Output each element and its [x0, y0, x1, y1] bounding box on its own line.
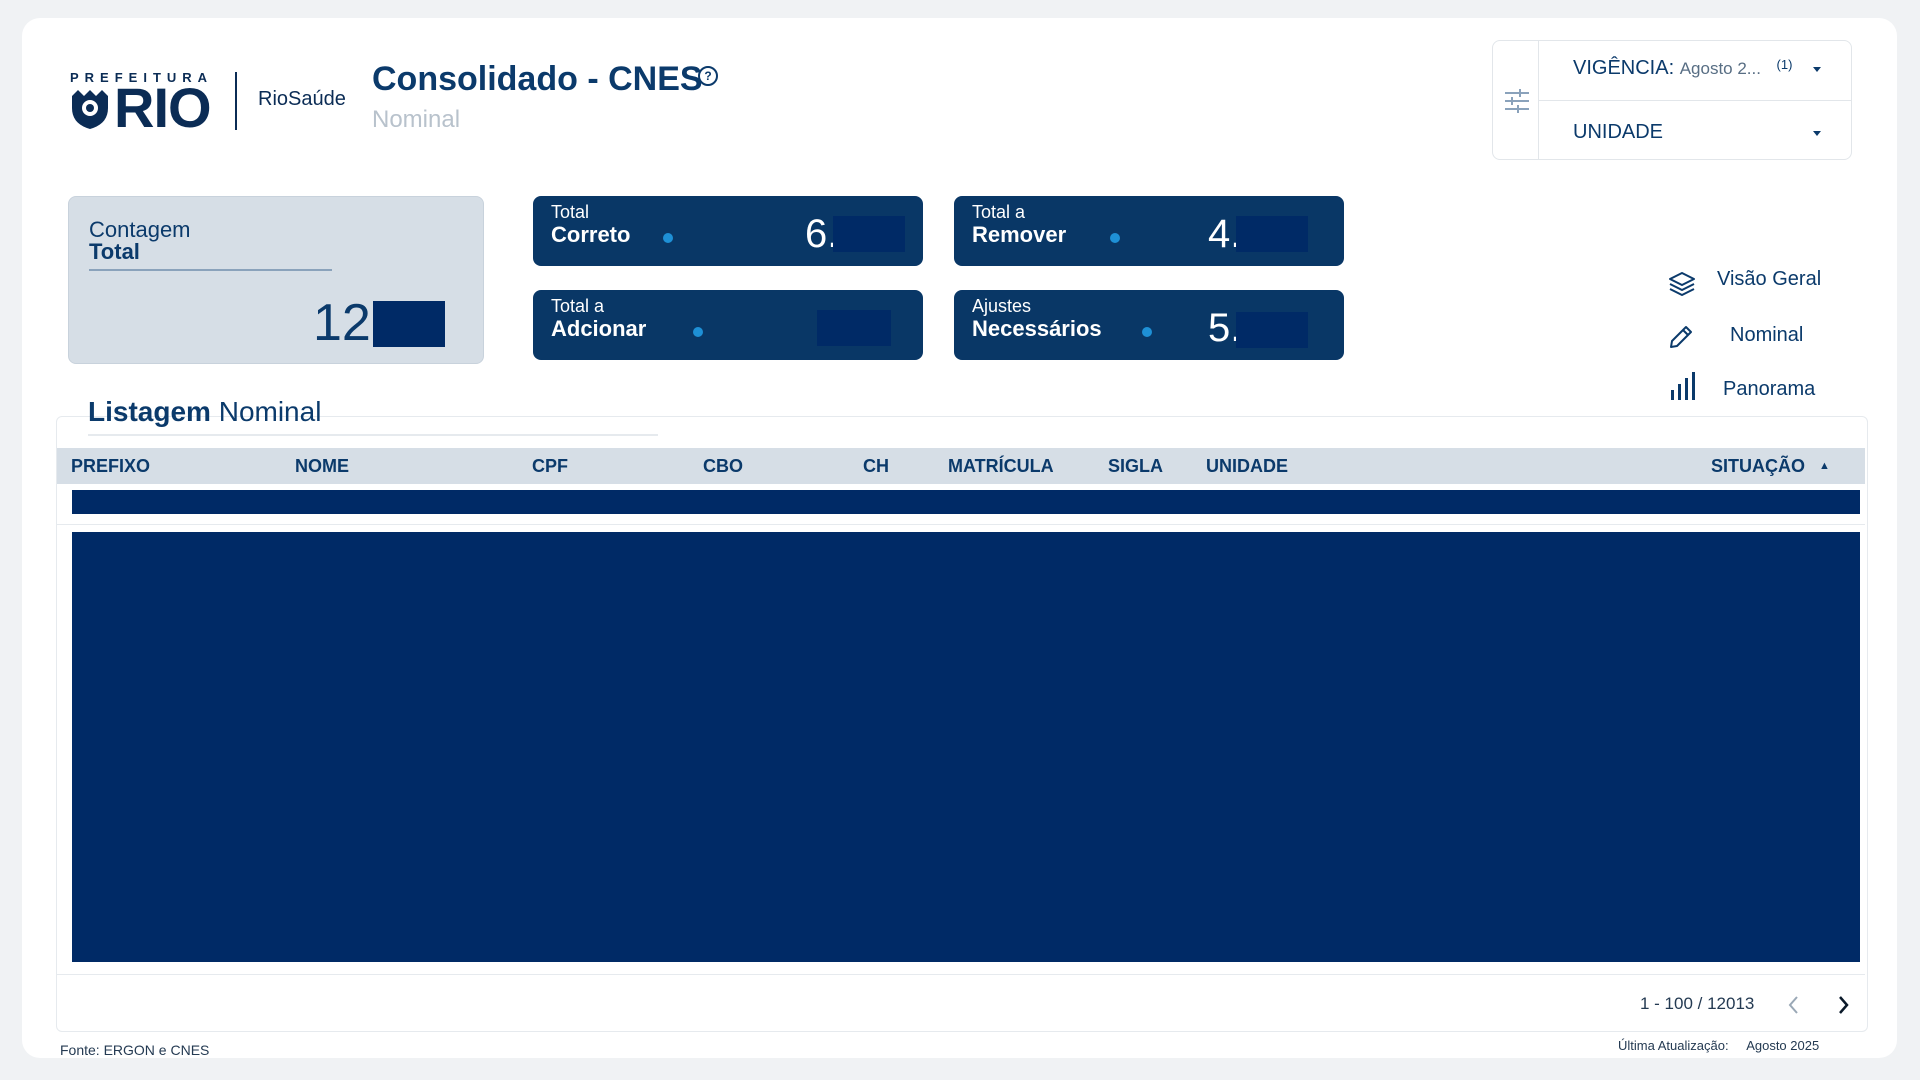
listing-title: Listagem Nominal — [88, 396, 321, 428]
kpi-total-underline — [89, 269, 332, 271]
last-update-value: Agosto 2025 — [1746, 1038, 1820, 1053]
redacted-value — [833, 216, 905, 252]
nav-visao-geral[interactable]: Visão Geral — [1717, 268, 1821, 291]
pencil-icon[interactable] — [1668, 324, 1694, 350]
unidade-label: UNIDADE — [1573, 121, 1664, 143]
sliders-icon[interactable] — [1504, 89, 1530, 113]
rio-logo-text: RIO — [114, 76, 212, 139]
last-update-label: Última Atualização: — [1618, 1038, 1729, 1053]
layers-icon[interactable] — [1668, 270, 1696, 298]
listing-title-rest: Nominal — [218, 396, 322, 427]
source-note: Fonte: ERGON e CNES — [60, 1042, 210, 1058]
redacted-row — [72, 490, 1860, 514]
kpi-ajustes-label-2: Necessários — [972, 316, 1102, 341]
listing-title-bold: Listagem — [88, 396, 211, 427]
chevron-left-icon[interactable] — [1787, 995, 1801, 1015]
col-situacao[interactable]: SITUAÇÃO — [1711, 456, 1805, 477]
kpi-adcionar-label-1: Total a — [551, 296, 605, 316]
kpi-adcionar-label-2: Adcionar — [551, 316, 647, 341]
kpi-remover-card: Total a Remover 4. — [954, 196, 1344, 266]
status-dot — [1110, 233, 1120, 243]
unidade-filter[interactable]: UNIDADE — [1573, 121, 1663, 144]
help-icon[interactable]: ? — [698, 66, 718, 86]
col-cpf[interactable]: CPF — [532, 456, 568, 477]
filter-panel: VIGÊNCIA: Agosto 2... (1) UNIDADE — [1492, 40, 1852, 160]
status-dot — [693, 327, 703, 337]
unidade-dropdown-icon[interactable] — [1813, 131, 1821, 136]
col-sigla[interactable]: SIGLA — [1108, 456, 1163, 477]
redacted-table-body — [72, 532, 1860, 962]
col-nome[interactable]: NOME — [295, 456, 349, 477]
status-dot — [663, 233, 673, 243]
last-update: Última Atualização: Agosto 2025 — [1618, 1038, 1819, 1053]
col-ch[interactable]: CH — [863, 456, 889, 477]
vigencia-filter[interactable]: VIGÊNCIA: Agosto 2... (1) — [1573, 57, 1792, 80]
kpi-correto-label-1: Total — [551, 202, 590, 222]
kpi-correto-label-2: Correto — [551, 222, 631, 247]
nav-nominal[interactable]: Nominal — [1730, 324, 1803, 347]
kpi-correto-card: Total Correto 6. — [533, 196, 923, 266]
table-header: PREFIXO NOME CPF CBO CH MATRÍCULA SIGLA … — [57, 448, 1865, 484]
logo-separator — [235, 72, 237, 130]
redacted-value — [1236, 312, 1308, 348]
vigencia-value: Agosto 2... — [1679, 59, 1761, 78]
col-matricula[interactable]: MATRÍCULA — [948, 456, 1054, 477]
redacted-value — [373, 301, 445, 347]
vigencia-label: VIGÊNCIA: — [1573, 57, 1675, 79]
row-divider — [57, 524, 1865, 525]
vigencia-count: (1) — [1776, 57, 1793, 72]
sort-asc-icon[interactable]: ▲ — [1819, 460, 1830, 472]
page-subtitle: Nominal — [372, 106, 461, 133]
col-cbo[interactable]: CBO — [703, 456, 743, 477]
riosaude-logo: RioSaúde — [258, 88, 346, 110]
filter-divider — [1539, 100, 1851, 101]
redacted-value — [1236, 216, 1308, 252]
kpi-total-label-2: Total — [89, 239, 140, 264]
bar-chart-icon[interactable] — [1670, 372, 1696, 400]
kpi-remover-label-1: Total a — [972, 202, 1026, 222]
vigencia-dropdown-icon[interactable] — [1813, 67, 1821, 72]
city-crest-icon — [72, 90, 108, 129]
col-unidade[interactable]: UNIDADE — [1206, 456, 1288, 477]
nav-panorama[interactable]: Panorama — [1723, 378, 1815, 401]
listing-underline — [88, 434, 658, 436]
col-prefixo[interactable]: PREFIXO — [71, 456, 150, 477]
kpi-ajustes-card: Ajustes Necessários 5. — [954, 290, 1344, 360]
redacted-value — [817, 310, 891, 346]
kpi-total-card: Contagem Total 12. — [68, 196, 484, 364]
kpi-remover-label-2: Remover — [972, 222, 1067, 247]
status-dot — [1142, 327, 1152, 337]
kpi-adcionar-card: Total a Adcionar — [533, 290, 923, 360]
kpi-ajustes-label-1: Ajustes — [972, 296, 1032, 316]
filter-icon-column — [1493, 41, 1539, 159]
page-title: Consolidado - CNES — [372, 60, 703, 98]
chevron-right-icon[interactable] — [1836, 995, 1850, 1015]
pagination-text: 1 - 100 / 12013 — [1640, 994, 1755, 1013]
table-footer-divider — [57, 974, 1865, 975]
